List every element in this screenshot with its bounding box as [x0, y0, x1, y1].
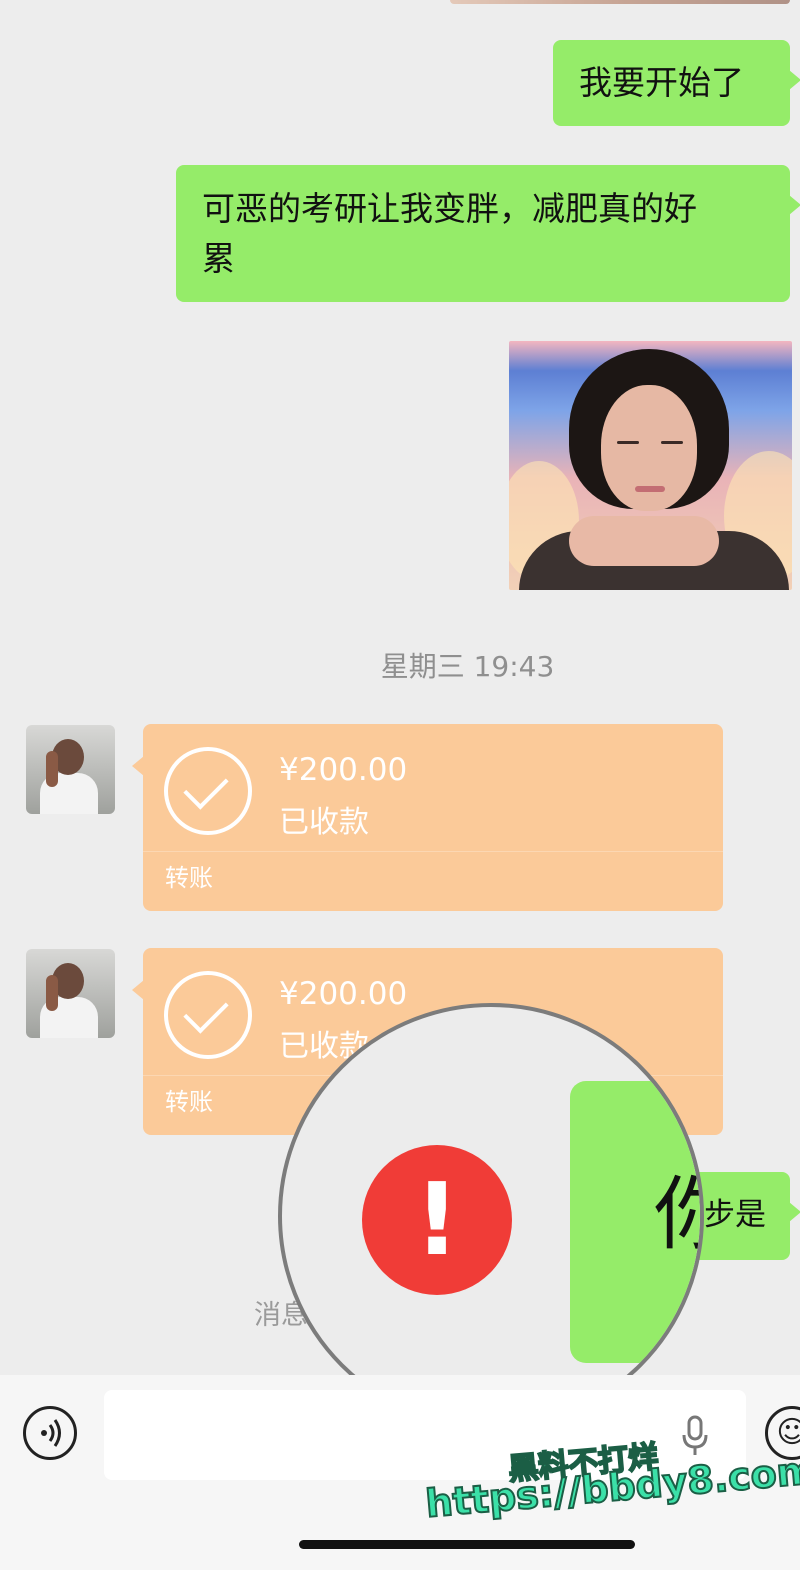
sticker-hands	[569, 516, 719, 566]
transfer-status: 已收款	[279, 805, 369, 840]
outgoing-message-bubble[interactable]: 我要开始了	[553, 40, 800, 126]
microphone-icon[interactable]	[681, 1415, 709, 1457]
clipped-image-message[interactable]	[450, 0, 790, 4]
outgoing-message-bubble[interactable]: 步是	[690, 1172, 800, 1260]
voice-icon[interactable]	[23, 1406, 77, 1460]
transfer-amount: ¥200.00	[279, 752, 408, 788]
message-text: 累	[202, 239, 235, 278]
check-mark	[183, 764, 229, 810]
check-circle-icon	[164, 747, 252, 835]
message-text: 我要开始了	[579, 63, 744, 102]
avatar-arm	[46, 975, 58, 1011]
transfer-label: 转账	[165, 864, 213, 892]
divider	[143, 851, 723, 852]
check-circle-icon	[164, 971, 252, 1059]
avatar[interactable]	[26, 949, 115, 1038]
avatar-arm	[46, 751, 58, 787]
sticker-eye	[617, 441, 639, 444]
error-icon[interactable]: !	[362, 1145, 512, 1295]
transfer-label: 转账	[165, 1088, 213, 1116]
message-text: 可恶的考研让我变胖，减肥真的好	[202, 189, 697, 228]
sticker-mouth	[635, 486, 665, 492]
voice-waves-icon	[41, 1419, 61, 1447]
avatar[interactable]	[26, 725, 115, 814]
message-text: 步是	[704, 1197, 766, 1233]
message-timestamp: 星期三 19:43	[380, 650, 555, 683]
sticker-eye	[661, 441, 683, 444]
check-mark	[183, 988, 229, 1034]
transfer-amount: ¥200.00	[279, 976, 408, 1012]
outgoing-message-bubble[interactable]: 可恶的考研让我变胖，减肥真的好 累	[176, 165, 800, 302]
transfer-card[interactable]: ¥200.00 已收款 转账	[132, 724, 723, 911]
magnified-message-text: 你	[654, 1175, 700, 1255]
sticker-image-message[interactable]	[509, 341, 792, 590]
home-indicator[interactable]	[299, 1540, 635, 1549]
sticker-face	[601, 385, 697, 511]
magnifier-overlay: ! 你	[278, 1003, 704, 1429]
